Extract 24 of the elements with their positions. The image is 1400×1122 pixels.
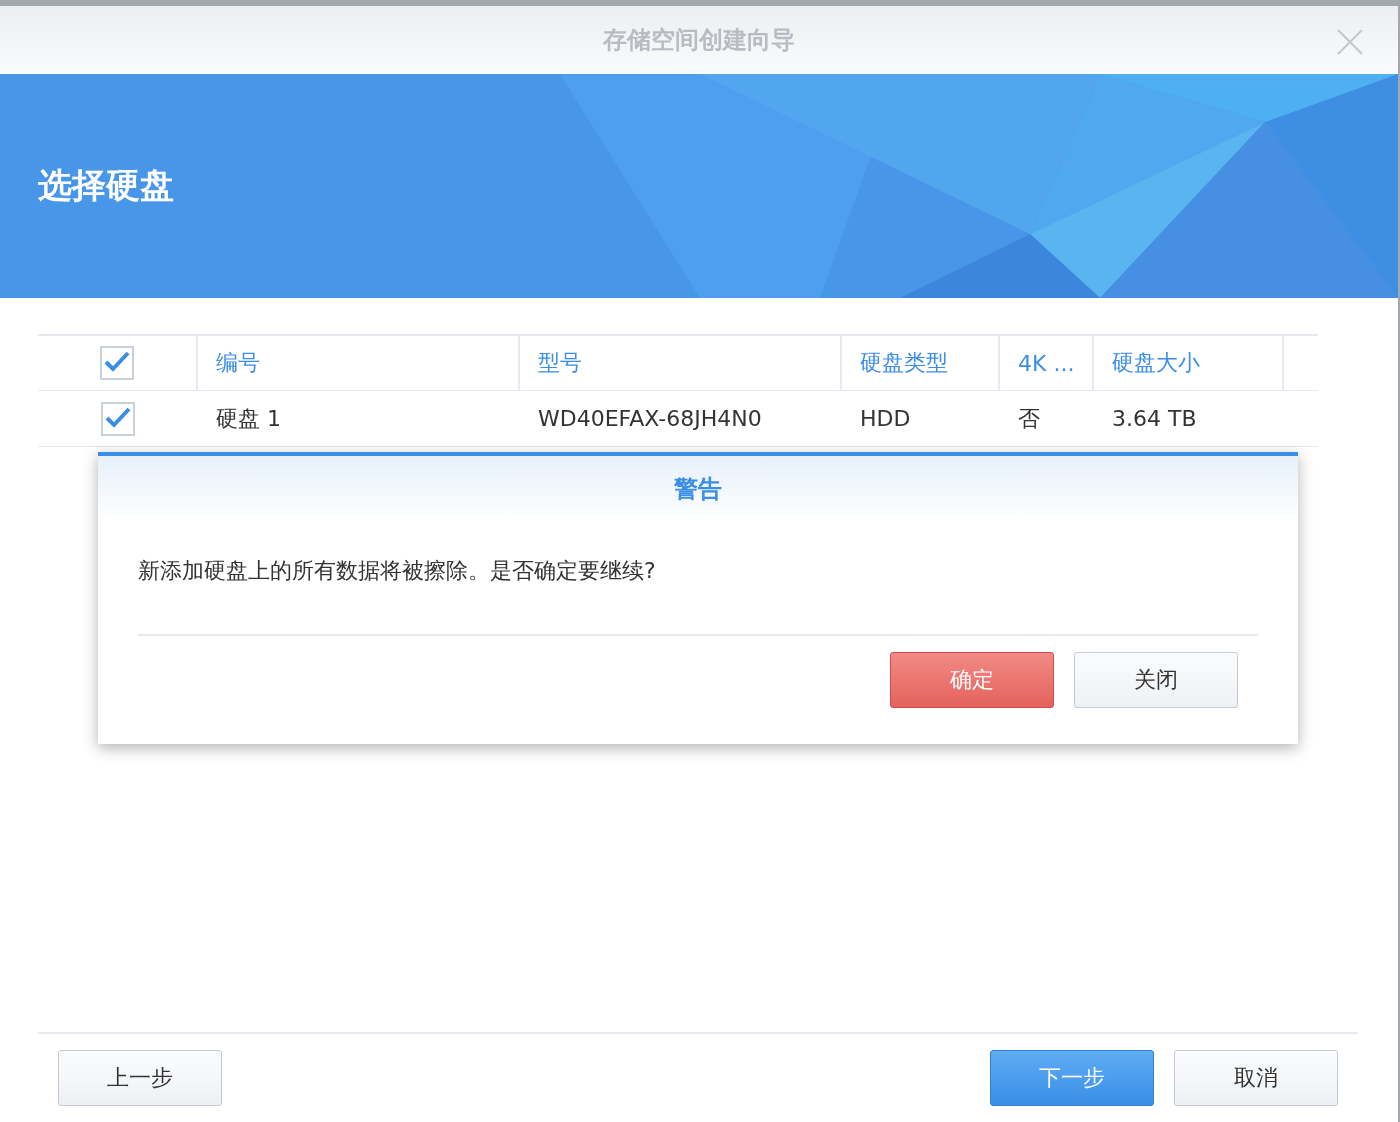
dialog-button[interactable]: 关闭 — [1074, 652, 1238, 708]
row-checkbox[interactable] — [101, 401, 135, 436]
table-cell: HDD — [860, 406, 911, 431]
select-all-checkbox[interactable] — [100, 346, 134, 380]
page-heading: 选择硬盘 — [38, 164, 174, 207]
checkmark-icon — [104, 351, 130, 373]
window-title: 存储空间创建向导 — [603, 25, 795, 56]
dialog-title: 警告 — [674, 474, 722, 505]
dialog-button[interactable]: 上一步 — [58, 1050, 222, 1106]
dialog-button[interactable]: 下一步 — [990, 1050, 1154, 1106]
close-icon — [1336, 28, 1364, 56]
table-cell-text: 否 — [1018, 404, 1040, 433]
column-header[interactable]: 4K ... — [1018, 350, 1075, 376]
column-header[interactable]: 硬盘大小 — [1112, 348, 1200, 378]
dialog-button[interactable]: 确定 — [890, 652, 1054, 708]
checkmark-icon — [105, 406, 131, 429]
column-header[interactable]: 硬盘类型 — [860, 348, 948, 378]
dialog-button[interactable]: 取消 — [1174, 1050, 1338, 1106]
table-cell: 3.64 TB — [1112, 406, 1197, 431]
table-cell-text: 硬盘 1 — [216, 404, 281, 433]
dialog-message: 新添加硬盘上的所有数据将被擦除。是否确定要继续? — [138, 557, 657, 585]
table-cell: WD40EFAX-68JH4N0 — [538, 406, 762, 431]
column-header[interactable]: 编号 — [216, 348, 260, 378]
column-header[interactable]: 型号 — [538, 348, 582, 378]
